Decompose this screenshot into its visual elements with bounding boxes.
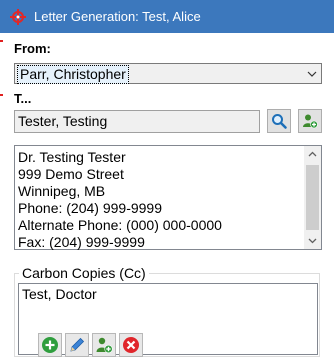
address-line: Phone: (204) 999-9999 xyxy=(18,200,162,216)
address-line: Alternate Phone: (000) 000-0000 xyxy=(18,217,222,233)
remove-cc-button[interactable] xyxy=(119,333,143,357)
letter-generation-window: Letter Generation: Test, Alice From: Par… xyxy=(0,0,334,363)
carbon-copies-legend: Carbon Copies (Cc) xyxy=(19,265,149,281)
from-selected-value: Parr, Christopher xyxy=(17,65,129,84)
search-recipient-button[interactable] xyxy=(267,109,291,133)
address-line: Fax: (204) 999-9999 xyxy=(18,234,145,250)
edit-cc-button[interactable] xyxy=(65,333,89,357)
recipient-field[interactable]: Tester, Testing xyxy=(14,110,260,133)
address-textarea[interactable]: Dr. Testing Tester 999 Demo Street Winni… xyxy=(14,145,322,250)
address-lines: Dr. Testing Tester 999 Demo Street Winni… xyxy=(18,149,301,251)
edge-indicator xyxy=(0,94,3,96)
scroll-up-icon[interactable] xyxy=(304,146,321,163)
add-person-icon xyxy=(96,337,113,354)
x-circle-icon xyxy=(123,337,139,353)
add-contact-button[interactable] xyxy=(298,109,322,133)
scroll-thumb[interactable] xyxy=(306,165,319,230)
carbon-copies-toolbar xyxy=(38,333,144,357)
address-line: Dr. Testing Tester xyxy=(18,149,126,165)
address-line: 999 Demo Street xyxy=(18,166,124,182)
magnifier-icon xyxy=(272,114,287,129)
address-scrollbar[interactable] xyxy=(304,146,321,249)
window-title: Letter Generation: Test, Alice xyxy=(34,9,201,24)
crosshair-icon xyxy=(10,9,26,25)
chevron-down-icon[interactable] xyxy=(303,64,321,83)
from-dropdown[interactable]: Parr, Christopher xyxy=(14,63,322,84)
edge-indicator xyxy=(0,40,3,42)
scroll-down-icon[interactable] xyxy=(304,232,321,249)
add-cc-contact-button[interactable] xyxy=(92,333,116,357)
add-cc-button[interactable] xyxy=(38,333,62,357)
title-bar[interactable]: Letter Generation: Test, Alice xyxy=(0,0,334,33)
address-line: Winnipeg, MB xyxy=(18,183,106,199)
pencil-icon xyxy=(70,337,85,352)
add-person-icon xyxy=(303,114,318,129)
plus-circle-icon xyxy=(42,337,58,353)
from-label: From: xyxy=(14,41,51,56)
cc-list-item[interactable]: Test, Doctor xyxy=(22,286,97,303)
to-label: T... xyxy=(14,91,32,106)
